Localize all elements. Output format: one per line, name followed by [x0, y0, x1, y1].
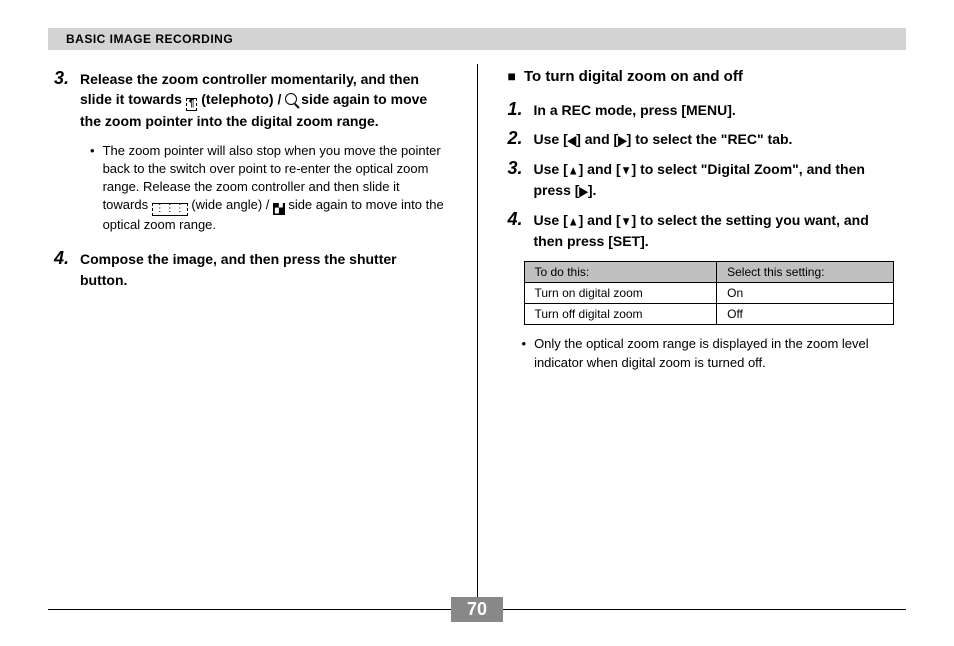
heading-text: To turn digital zoom on and off: [524, 68, 743, 85]
telephoto-icon: ¶: [186, 98, 198, 111]
step-3b: 3. Use [▲] and [▼] to select "Digital Zo…: [508, 158, 901, 201]
step-number: 4.: [54, 248, 80, 269]
down-arrow-icon: ▼: [621, 214, 632, 232]
step-number: 2.: [508, 128, 534, 149]
step-text: In a REC mode, press [MENU].: [534, 100, 901, 120]
scene-icon: ▞: [273, 203, 285, 215]
step-text: Use [◀] and [▶] to select the "REC" tab.: [534, 129, 901, 150]
step-number: 3.: [54, 68, 80, 89]
up-arrow-icon: ▲: [568, 214, 579, 232]
footer-rule: [48, 609, 451, 610]
step-4b: 4. Use [▲] and [▼] to select the setting…: [508, 209, 901, 251]
step-text: Compose the image, and then press the sh…: [80, 249, 447, 290]
page-number: 70: [451, 597, 503, 622]
table-cell: Turn on digital zoom: [524, 283, 717, 304]
text: ] to select the "REC" tab.: [627, 131, 793, 147]
step-number: 4.: [508, 209, 534, 230]
step-number: 1.: [508, 99, 534, 120]
step-text: Use [▲] and [▼] to select the setting yo…: [534, 210, 901, 251]
note-text: Only the optical zoom range is displayed…: [534, 335, 900, 371]
note-text: The zoom pointer will also stop when you…: [103, 142, 447, 235]
footer-rule: [503, 609, 906, 610]
content-columns: 3. Release the zoom controller momentari…: [48, 68, 906, 609]
column-divider: [477, 64, 478, 609]
text: ] and [: [579, 212, 621, 228]
step-number: 3.: [508, 158, 534, 179]
step-text: Release the zoom controller momentarily,…: [80, 69, 447, 132]
table-cell: Turn off digital zoom: [524, 304, 717, 325]
text: ] and [: [576, 131, 618, 147]
right-arrow-icon: ▶: [579, 184, 587, 202]
table-row: Turn off digital zoom Off: [524, 304, 893, 325]
table-header-row: To do this: Select this setting:: [524, 262, 893, 283]
text: (telephoto) /: [201, 91, 285, 107]
table-cell: On: [717, 283, 893, 304]
table-row: Turn on digital zoom On: [524, 283, 893, 304]
left-arrow-icon: ◀: [568, 133, 576, 151]
step-2: 2. Use [◀] and [▶] to select the "REC" t…: [508, 128, 901, 150]
note-bullet: The zoom pointer will also stop when you…: [90, 142, 447, 235]
magnifier-icon: [285, 93, 297, 105]
right-column: ■ To turn digital zoom on and off 1. In …: [508, 68, 907, 609]
text: (wide angle) /: [191, 197, 273, 212]
wideangle-icon: ⋮⋮⋮: [152, 203, 188, 216]
step-1: 1. In a REC mode, press [MENU].: [508, 99, 901, 120]
right-arrow-icon: ▶: [618, 133, 626, 151]
section-header: BASIC IMAGE RECORDING: [48, 28, 906, 50]
down-arrow-icon: ▼: [621, 163, 632, 181]
left-column: 3. Release the zoom controller momentari…: [48, 68, 447, 609]
square-bullet-icon: ■: [508, 68, 516, 84]
text: Use [: [534, 131, 568, 147]
up-arrow-icon: ▲: [568, 163, 579, 181]
text: ] and [: [579, 161, 621, 177]
manual-page: BASIC IMAGE RECORDING 3. Release the zoo…: [0, 0, 954, 609]
table-header: Select this setting:: [717, 262, 893, 283]
step-text: Use [▲] and [▼] to select "Digital Zoom"…: [534, 159, 901, 201]
text: Use [: [534, 212, 568, 228]
table-cell: Off: [717, 304, 893, 325]
note-bullet: Only the optical zoom range is displayed…: [522, 335, 901, 371]
page-footer: 70: [48, 597, 906, 622]
step-4: 4. Compose the image, and then press the…: [54, 248, 447, 290]
step-3: 3. Release the zoom controller momentari…: [54, 68, 447, 132]
text: Use [: [534, 161, 568, 177]
subsection-heading: ■ To turn digital zoom on and off: [508, 68, 901, 85]
settings-table: To do this: Select this setting: Turn on…: [524, 261, 894, 325]
text: ].: [588, 182, 597, 198]
table-header: To do this:: [524, 262, 717, 283]
